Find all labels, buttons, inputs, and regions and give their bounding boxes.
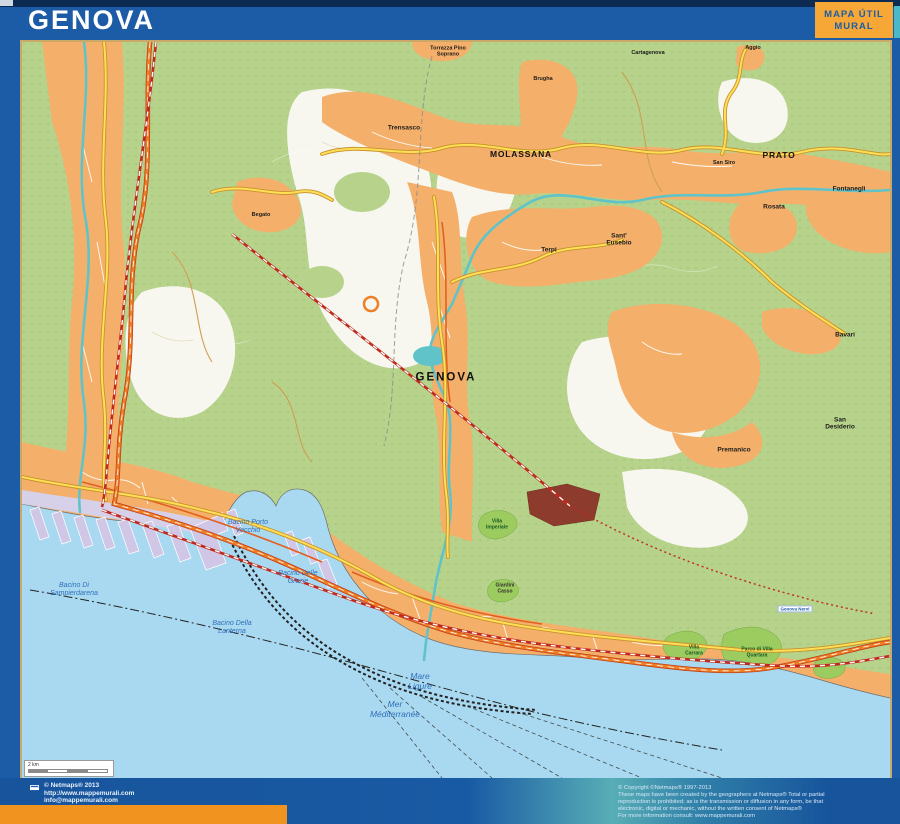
map-label: Mer Méditerranée <box>370 700 420 720</box>
map-label: San Siro <box>713 160 735 166</box>
map-poster: GENOVA MAPA ÚTIL MURAL <box>0 0 900 824</box>
map-label: Aggio <box>745 45 761 51</box>
badge-line2: MURAL <box>815 21 893 32</box>
map-label: Terpi <box>541 246 556 253</box>
footer: © Netmaps® 2013http://www.mappemurali.co… <box>0 778 900 824</box>
teal-corner-chip <box>894 6 900 38</box>
footer-line: © Netmaps® 2013 <box>44 782 134 790</box>
map-label: Bacino Porto Vecchio <box>228 519 268 535</box>
top-left-notch <box>0 0 13 6</box>
map-label: Cartagenova <box>631 50 664 56</box>
map-label: GENOVA <box>416 371 477 384</box>
map-label: Bacino Della Lanterna <box>212 620 251 636</box>
map-label: Sant' Eusebio <box>606 233 631 248</box>
footer-line: electronic, digital or mechanic, without… <box>618 806 880 813</box>
footer-contact: © Netmaps® 2013http://www.mappemurali.co… <box>44 782 134 805</box>
map-label: Fontanegli <box>833 185 866 192</box>
map-label: Bavari <box>835 331 855 338</box>
footer-line: http://www.mappemurali.com <box>44 790 134 798</box>
footer-line: © Copyright ©Netmaps® 1997-2013 <box>618 785 880 792</box>
map-label: Villa Imperiale <box>486 519 508 531</box>
map-canvas: Torrazza Pino Soprano Brugha Cartagenova Ag… <box>20 40 892 780</box>
map-label: Brugha <box>533 76 552 82</box>
scale-bar: 2 km <box>24 760 114 777</box>
badge-line1: MAPA ÚTIL <box>815 9 893 20</box>
map-label: Genova Nervi <box>777 605 812 612</box>
map-label: Torrazza Pino Soprano <box>430 46 466 59</box>
scale-label: 2 km <box>28 762 39 768</box>
map-label: MOLASSANA <box>490 150 552 160</box>
map-label: Trensasco <box>388 124 420 131</box>
map-label-layer: Torrazza Pino Soprano Brugha Cartagenova Ag… <box>22 42 890 778</box>
map-label: Mare Ligure <box>408 672 432 692</box>
footer-line: info@mappemurali.com <box>44 797 134 805</box>
map-label: PRATO <box>763 151 796 161</box>
map-label: Giardini Casso <box>496 583 515 595</box>
map-label: Bacino Delle Grazie <box>278 570 317 586</box>
map-label: San Desiderio <box>825 417 855 432</box>
map-label: Begato <box>252 212 271 218</box>
footer-line: For more information consult: www.mappem… <box>618 813 880 820</box>
footer-line: These maps have been created by the geog… <box>618 792 880 799</box>
map-label: Premanico <box>717 446 750 453</box>
scale-segments <box>28 769 108 773</box>
map-label: Parco di Villa Quartara <box>741 647 772 659</box>
footer-orange-bar <box>0 805 287 824</box>
map-label: Villa Carrara <box>685 645 703 657</box>
poster-title: GENOVA <box>28 5 155 36</box>
mapa-util-mural-badge: MAPA ÚTIL MURAL <box>815 2 893 38</box>
map-label: Bacino Di Sampierdarena <box>50 582 98 598</box>
footer-copyright: © Copyright ©Netmaps® 1997-2013These map… <box>618 785 880 820</box>
netmaps-flag-icon <box>30 785 39 791</box>
map-label: Rosata <box>763 203 785 210</box>
footer-line: reproduction is prohibited; as is the tr… <box>618 799 880 806</box>
